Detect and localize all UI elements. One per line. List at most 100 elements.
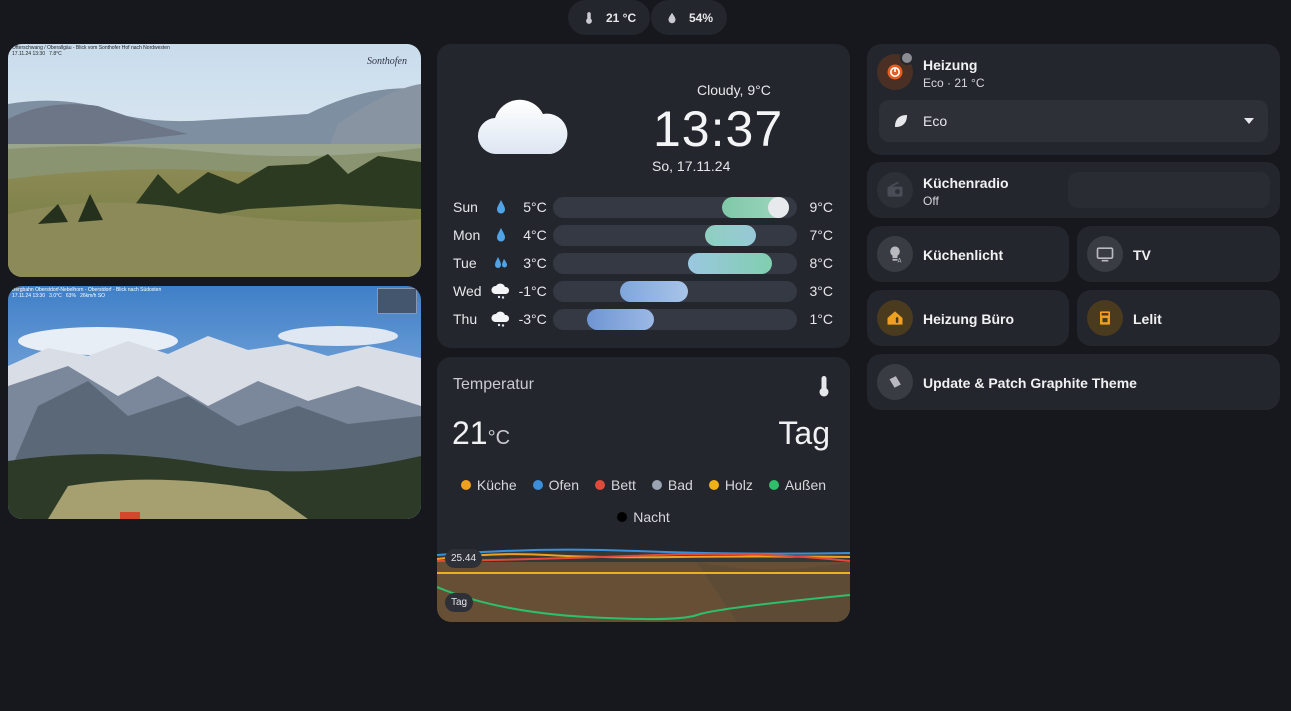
- clock-date: So, 17.11.24: [652, 158, 731, 174]
- chevron-down-icon: [1244, 118, 1254, 124]
- webcam-nebelhorn[interactable]: Bergbahn Oberstdorf-Nebelhorn - Oberstdo…: [8, 286, 421, 519]
- thermometer-icon: [819, 376, 829, 397]
- thermostat-icon: [887, 64, 903, 80]
- legend-color-dot: [651, 480, 662, 490]
- forecast-row: Tue 3°C 8°C: [453, 252, 833, 274]
- chart-marker-value: 25.44: [445, 549, 483, 568]
- forecast-low: 5°C: [523, 199, 547, 215]
- webcam-caption: Bergbahn Oberstdorf-Nebelhorn - Oberstdo…: [12, 287, 162, 299]
- radio-state: Off: [923, 194, 939, 208]
- tv-icon: [1096, 247, 1114, 262]
- tile-lelit[interactable]: Lelit: [1077, 290, 1280, 346]
- temperature-card[interactable]: Temperatur 21°C Tag Küche Ofen Bett Bad Holz…: [437, 357, 850, 622]
- legend-item[interactable]: Küche: [460, 477, 517, 493]
- legend-item[interactable]: Ofen: [532, 477, 579, 493]
- temperature-number: 21: [452, 415, 488, 451]
- forecast-high: 7°C: [809, 227, 834, 243]
- forecast-low: 4°C: [523, 227, 547, 243]
- radio-name: Küchenradio: [923, 175, 1009, 191]
- forecast-row: Mon 4°C 7°C: [453, 224, 833, 246]
- snow-cloud-icon: [489, 311, 513, 327]
- rain-drops-icon: [489, 255, 513, 271]
- temperature-chip-value: 21 °C: [606, 10, 637, 25]
- heating-name: Heizung: [923, 57, 978, 73]
- legend-color-dot: [708, 480, 719, 490]
- home-thermometer-icon: [887, 311, 903, 325]
- forecast-range-fill: [586, 308, 655, 330]
- legend-label: Außen: [784, 477, 827, 493]
- weather-condition: Cloudy, 9°C: [697, 82, 771, 98]
- heating-card[interactable]: Heizung Eco · 21 °C Eco: [867, 44, 1280, 155]
- chart-marker-label: Tag: [445, 593, 474, 612]
- snow-cloud-icon: [489, 283, 513, 299]
- legend-item[interactable]: Holz: [708, 477, 753, 493]
- update-card[interactable]: Update & Patch Graphite Theme: [867, 354, 1280, 410]
- tv-icon-button[interactable]: [1087, 236, 1123, 272]
- svg-text:A: A: [898, 258, 902, 264]
- light-icon-button[interactable]: A: [877, 236, 913, 272]
- humidity-chip-value: 54%: [689, 10, 714, 25]
- update-icon-button[interactable]: [877, 364, 913, 400]
- kitchen-radio-card[interactable]: Küchenradio Off: [867, 162, 1280, 218]
- tile-name: TV: [1133, 247, 1151, 263]
- legend-color-dot: [768, 480, 779, 490]
- forecast-range-bar: [552, 224, 798, 246]
- humidity-chip[interactable]: 54%: [651, 0, 728, 35]
- media-control-area[interactable]: [1068, 172, 1270, 208]
- thermometer-icon: [586, 11, 592, 24]
- forecast-high: 3°C: [809, 283, 834, 299]
- forecast-day: Mon: [453, 227, 481, 243]
- legend-color-dot: [617, 512, 628, 522]
- preset-value: Eco: [923, 113, 948, 129]
- rain-drop-icon: [489, 227, 513, 243]
- tile-name: Küchenlicht: [923, 247, 1004, 263]
- forecast-row: Sun 5°C 9°C: [453, 196, 833, 218]
- legend-label: Bad: [667, 477, 693, 493]
- legend-color-dot: [532, 480, 543, 490]
- forecast-high: 8°C: [809, 255, 834, 271]
- tile-heizung-buero[interactable]: Heizung Büro: [867, 290, 1069, 346]
- legend-row: Nacht: [437, 509, 850, 525]
- webcam-image: [8, 286, 421, 519]
- temperature-mode: Tag: [778, 415, 830, 451]
- forecast-low: 3°C: [523, 255, 547, 271]
- office-heating-icon-button[interactable]: [877, 300, 913, 336]
- current-temperature-marker: [768, 196, 790, 218]
- legend-item[interactable]: Nacht: [617, 509, 670, 525]
- legend-item[interactable]: Bad: [651, 477, 693, 493]
- webcam-image: [8, 44, 421, 277]
- temperature-history-chart: [437, 548, 850, 622]
- forecast-range-fill: [704, 224, 756, 246]
- cloud-icon: [477, 99, 568, 155]
- tile-name: Heizung Büro: [923, 311, 1014, 327]
- tile-kuechenlicht[interactable]: A Küchenlicht: [867, 226, 1069, 282]
- leaf-icon: [894, 114, 908, 128]
- forecast-range-bar: [552, 196, 798, 218]
- forecast-high: 1°C: [809, 311, 834, 327]
- legend-label: Nacht: [633, 509, 670, 525]
- legend-row: Küche Ofen Bett Bad Holz Außen: [437, 477, 850, 493]
- temperature-chip[interactable]: 21 °C: [568, 0, 651, 35]
- tile-name: Lelit: [1133, 311, 1162, 327]
- webcam-sonthofen[interactable]: Ofterschwang / Oberallgäu - Blick vom So…: [8, 44, 421, 277]
- legend-item[interactable]: Außen: [768, 477, 827, 493]
- weather-card[interactable]: Cloudy, 9°C 13:37 So, 17.11.24 Sun 5°C 9°C…: [437, 44, 850, 348]
- webcam-caption: Ofterschwang / Oberallgäu - Blick vom So…: [12, 45, 170, 57]
- legend-color-dot: [460, 480, 471, 490]
- temperature-unit: °C: [487, 427, 511, 449]
- legend-item[interactable]: Bett: [594, 477, 636, 493]
- forecast-row: Wed -1°C 3°C: [453, 280, 833, 302]
- lightbulb-icon: A: [890, 246, 902, 264]
- legend-label: Ofen: [548, 477, 579, 493]
- forecast-range-fill: [620, 280, 688, 302]
- radio-icon-button[interactable]: [877, 172, 913, 208]
- coffee-maker-icon-button[interactable]: [1087, 300, 1123, 336]
- clock-time: 13:37: [653, 101, 784, 157]
- temperature-value: 21°C: [452, 415, 510, 452]
- webcam-logo: Sonthofen: [367, 56, 407, 67]
- rain-drop-icon: [489, 199, 513, 215]
- radio-icon: [887, 181, 903, 197]
- package-icon: [888, 376, 901, 389]
- preset-select[interactable]: Eco: [879, 100, 1268, 142]
- tile-tv[interactable]: TV: [1077, 226, 1280, 282]
